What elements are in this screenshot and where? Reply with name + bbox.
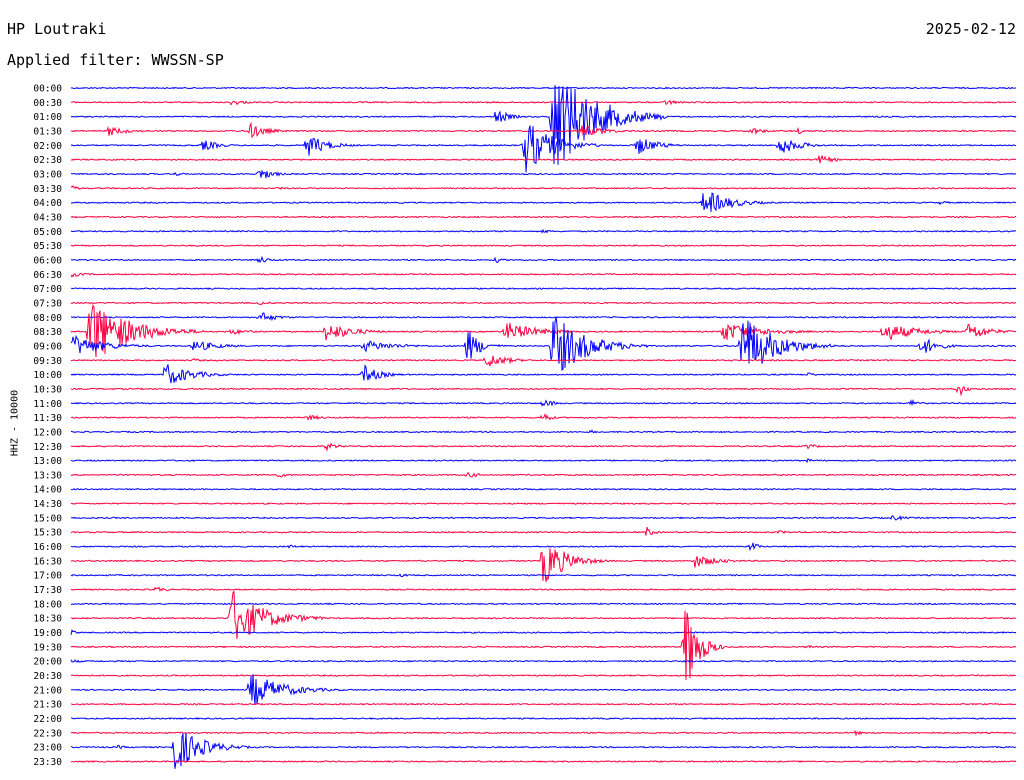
trace-line [70,586,1017,592]
time-label: 01:00 [33,112,62,123]
time-label: 14:00 [33,485,62,496]
trace-line [70,674,1017,706]
time-label: 18:30 [33,614,62,625]
time-label: 00:00 [33,84,62,95]
time-label: 20:00 [33,657,62,668]
time-label: 09:30 [33,356,62,367]
trace-line [70,304,1017,358]
trace-line [70,628,1017,635]
time-label: 12:30 [33,442,62,453]
trace-line [70,590,1017,639]
time-label: 15:30 [33,528,62,539]
trace-line [70,312,1017,322]
trace-line [70,287,1017,290]
trace-line [70,471,1017,478]
time-label: 20:30 [33,671,62,682]
time-label: 12:00 [33,427,62,438]
trace-line [70,86,1017,90]
time-label: 04:00 [33,198,62,209]
helicorder-plot: 00:00 00:30 01:00 01:30 02:00 02:30 03:00 03:30… [33,84,1017,769]
trace-line [70,185,1017,190]
trace-line [70,316,1017,371]
time-label: 19:00 [33,628,62,639]
time-label: 11:30 [33,413,62,424]
time-label: 18:00 [33,599,62,610]
trace-line [71,717,1016,720]
trace-line [70,515,1017,521]
trace-line [71,602,1017,606]
trace-line [70,170,1017,179]
time-label: 19:30 [33,642,62,653]
time-label: 16:30 [33,556,62,567]
trace-line [70,84,1017,165]
trace-line [70,125,1017,173]
time-label: 03:30 [33,184,62,195]
time-label: 17:00 [33,571,62,582]
trace-line [70,457,1017,464]
trace-line [70,610,1017,681]
trace-line [70,502,1017,505]
time-label: 23:30 [33,757,62,768]
traces [70,84,1017,769]
trace-line [70,674,1017,677]
time-label: 13:30 [33,470,62,481]
time-label: 06:00 [33,255,62,266]
trace-line [70,760,1017,763]
time-label: 03:00 [33,169,62,180]
time-label: 02:00 [33,141,62,152]
trace-line [70,215,1017,219]
time-labels: 00:00 00:30 01:00 01:30 02:00 02:30 03:00 03:30… [33,84,62,769]
trace-line [70,301,1017,306]
time-label: 07:30 [33,298,62,309]
trace-line [70,154,1017,164]
trace-line [70,659,1017,663]
trace-line [70,385,1017,397]
time-label: 21:00 [33,685,62,696]
trace-line [70,412,1017,421]
trace-line [70,272,1017,278]
trace-line [70,542,1017,552]
time-label: 02:30 [33,155,62,166]
time-label: 05:30 [33,241,62,252]
time-label: 05:00 [33,227,62,238]
time-label: 04:30 [33,212,62,223]
time-label: 00:30 [33,98,62,109]
trace-line [70,526,1017,536]
time-label: 17:30 [33,585,62,596]
trace-line [70,355,1016,367]
time-label: 16:00 [33,542,62,553]
time-label: 11:00 [33,399,62,410]
trace-line [70,442,1017,452]
time-label: 15:00 [33,513,62,524]
time-label: 10:00 [33,370,62,381]
trace-line [71,192,1017,212]
time-label: 23:00 [33,743,62,754]
trace-line [70,364,1017,384]
trace-line [70,548,1017,583]
trace-line [70,244,1017,247]
time-label: 13:00 [33,456,62,467]
time-label: 10:30 [33,384,62,395]
time-label: 07:00 [33,284,62,295]
trace-line [70,398,1017,407]
time-label: 08:30 [33,327,62,338]
trace-line [70,487,1017,491]
trace-line [71,729,1017,737]
trace-line [70,732,1017,769]
time-label: 21:30 [33,700,62,711]
trace-line [71,99,1017,106]
trace-line [70,255,1017,264]
time-label: 06:30 [33,270,62,281]
trace-line [70,121,1017,139]
time-label: 22:30 [33,728,62,739]
trace-line [70,429,1017,434]
time-label: 08:00 [33,313,62,324]
trace-line [70,228,1017,234]
trace-line [70,702,1017,706]
time-label: 09:00 [33,341,62,352]
time-label: 01:30 [33,126,62,137]
time-label: 14:30 [33,499,62,510]
time-label: 22:00 [33,714,62,725]
